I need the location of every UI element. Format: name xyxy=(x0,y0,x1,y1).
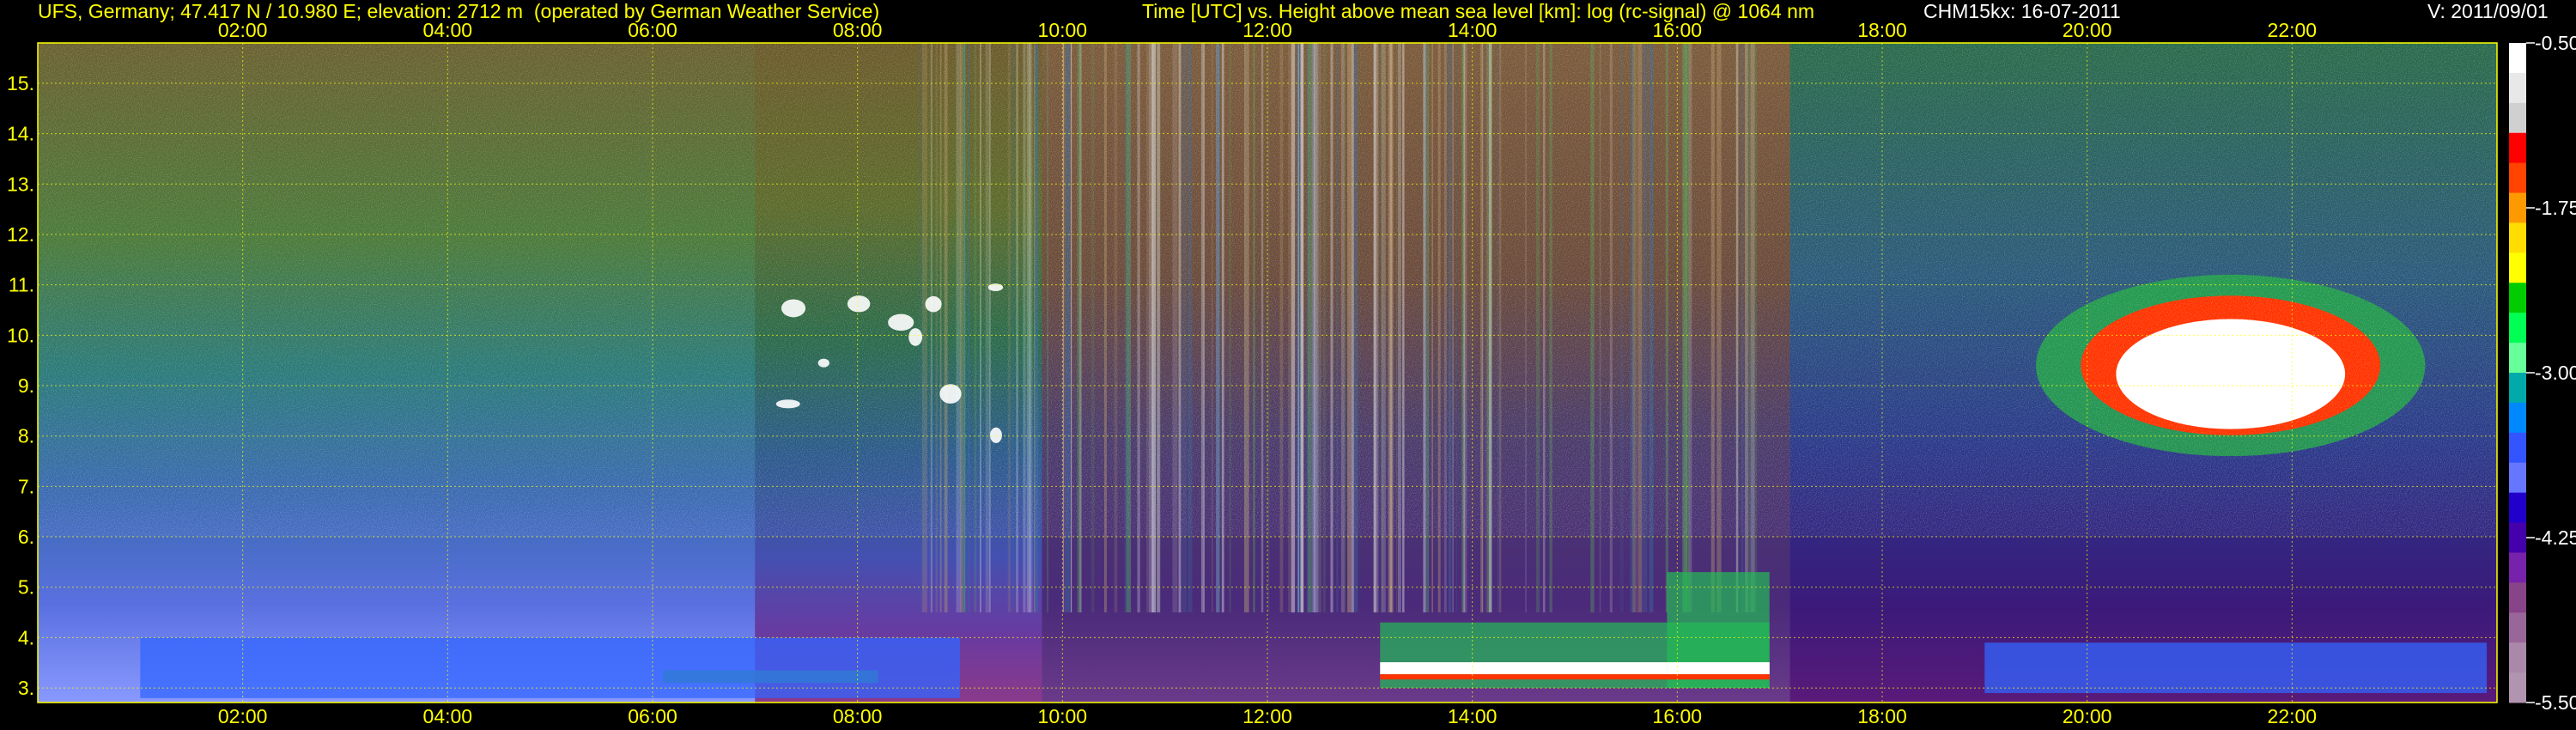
x-tick-label-top: 10:00 xyxy=(1038,19,1088,41)
colorbar-tick-label: -1.75 xyxy=(2535,197,2576,219)
feature-rect xyxy=(140,637,961,698)
y-tick-label: 11. xyxy=(9,274,34,296)
colorbar-swatch xyxy=(2509,582,2526,613)
x-tick-label-bottom: 16:00 xyxy=(1653,705,1703,727)
colorbar-swatch xyxy=(2509,72,2526,104)
colorbar-swatch xyxy=(2509,402,2526,434)
feature-near-surface-blue-aerosol xyxy=(140,637,961,698)
x-tick-label-top: 22:00 xyxy=(2268,19,2318,41)
colorbar-swatch xyxy=(2509,313,2526,344)
y-tick-label: 3. xyxy=(18,677,34,699)
x-tick-label-bottom: 10:00 xyxy=(1038,705,1088,727)
y-tick-label: 9. xyxy=(18,374,34,397)
colorbar-swatch xyxy=(2509,283,2526,313)
x-tick-labels-bottom: 02:00 04:00 06:00 08:00 10:00 12:00 14:00 16:00… xyxy=(218,705,2317,727)
x-tick-label-bottom: 06:00 xyxy=(628,705,677,727)
colorbar-swatch xyxy=(2509,642,2526,673)
x-tick-label-bottom: 04:00 xyxy=(423,705,473,727)
lidar-chart: 02:00 04:00 06:00 08:00 10:00 12:00 14:00 16:00… xyxy=(7,19,2576,727)
y-tick-label: 13. xyxy=(7,173,34,195)
y-tick-label: 12. xyxy=(7,223,34,246)
x-tick-label-bottom: 22:00 xyxy=(2268,705,2318,727)
colorbar-tick-label: -3.00 xyxy=(2535,362,2576,384)
y-tick-label: 4. xyxy=(18,626,34,648)
x-tick-label-top: 06:00 xyxy=(628,19,677,41)
x-tick-labels-top: 02:00 04:00 06:00 08:00 10:00 12:00 14:00 16:00… xyxy=(218,19,2317,41)
colorbar-swatch xyxy=(2509,132,2526,164)
colorbar: -0.50 -1.75 -3.00 -4.25 -5.50 xyxy=(2509,32,2576,714)
x-tick-label-bottom: 08:00 xyxy=(833,705,883,727)
x-tick-label-top: 12:00 xyxy=(1242,19,1292,41)
colorbar-tick-label: -5.50 xyxy=(2535,691,2576,714)
x-tick-label-bottom: 14:00 xyxy=(1448,705,1498,727)
y-tick-label: 5. xyxy=(18,576,34,599)
colorbar-swatch xyxy=(2509,43,2526,74)
x-tick-label-top: 16:00 xyxy=(1653,19,1703,41)
feature-rect xyxy=(1984,642,2488,693)
colorbar-swatch xyxy=(2509,552,2526,583)
colorbar-swatch xyxy=(2509,432,2526,464)
x-tick-label-top: 14:00 xyxy=(1448,19,1498,41)
colorbar-swatch xyxy=(2509,252,2526,283)
x-tick-label-bottom: 12:00 xyxy=(1242,705,1292,727)
x-tick-label-top: 20:00 xyxy=(2063,19,2112,41)
y-tick-label: 15. xyxy=(7,72,34,94)
x-tick-label-top: 04:00 xyxy=(423,19,473,41)
x-tick-label-top: 08:00 xyxy=(833,19,883,41)
x-tick-label-top: 02:00 xyxy=(218,19,268,41)
colorbar-swatch xyxy=(2509,462,2526,494)
colorbar-swatch xyxy=(2509,222,2526,253)
feature-convective-cloud-tower xyxy=(1667,572,1770,689)
x-tick-label-bottom: 18:00 xyxy=(1857,705,1907,727)
colorbar-tick-label: -4.25 xyxy=(2535,526,2576,549)
cloud-edge xyxy=(1667,674,1770,680)
y-tick-labels: 3. 4. 5. 6. 7. 8. 9. 10. 11. 12. 13. 14. 15. xyxy=(7,72,34,699)
colorbar-swatch xyxy=(2509,192,2526,223)
x-tick-label-bottom: 20:00 xyxy=(2063,705,2112,727)
colorbar-swatch xyxy=(2509,102,2526,134)
feature-evening-boundary-layer-blue xyxy=(1984,642,2488,693)
y-tick-label: 14. xyxy=(7,123,34,145)
y-tick-label: 10. xyxy=(7,324,34,346)
colorbar-swatch xyxy=(2509,373,2526,404)
y-tick-label: 7. xyxy=(18,475,34,497)
colorbar-swatch xyxy=(2509,162,2526,194)
cloud-core xyxy=(1667,662,1770,675)
colorbar-swatch xyxy=(2509,343,2526,374)
x-tick-label-top: 18:00 xyxy=(1857,19,1907,41)
colorbar-swatch xyxy=(2509,492,2526,524)
colorbar-swatch xyxy=(2509,612,2526,643)
y-tick-label: 6. xyxy=(18,526,34,548)
colorbar-swatch xyxy=(2509,672,2526,703)
y-tick-label: 8. xyxy=(18,425,34,447)
colorbar-swatch xyxy=(2509,522,2526,553)
x-tick-label-bottom: 02:00 xyxy=(218,705,268,727)
colorbar-tick-label: -0.50 xyxy=(2535,32,2576,54)
